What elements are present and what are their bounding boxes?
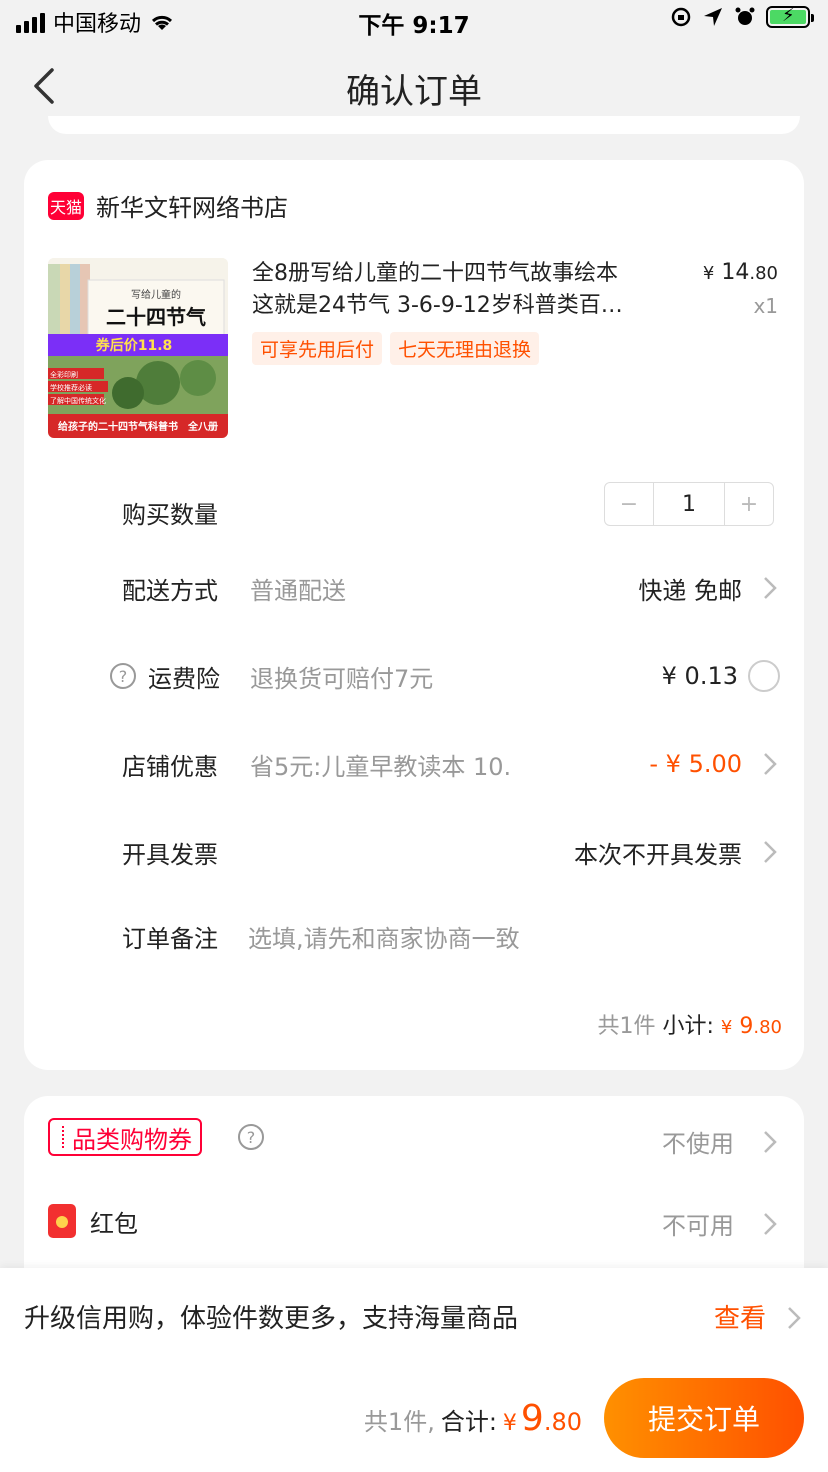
quantity-stepper[interactable]: − 1 + bbox=[604, 482, 774, 526]
discount-value: - ¥ 5.00 bbox=[649, 750, 742, 778]
price-decimal: .80 bbox=[749, 263, 778, 284]
status-right: ⚡ bbox=[670, 5, 814, 28]
book-cover-header: 写给儿童的 bbox=[131, 288, 181, 301]
subtotal: 共1件 小计: ¥ 9.80 bbox=[597, 1008, 782, 1040]
insurance-label: 运费险 bbox=[148, 664, 220, 693]
quantity-label: 购买数量 bbox=[122, 500, 218, 529]
order-total: 共1件, 合计: ¥ 9.80 bbox=[364, 1398, 582, 1439]
coupon-value[interactable]: 不使用 bbox=[662, 1124, 734, 1159]
delivery-value: 快递 免邮 bbox=[638, 576, 742, 605]
shipping-insurance-row: ? 运费险 退换货可赔付7元 ¥ 0.13 bbox=[24, 646, 804, 706]
chevron-right-icon bbox=[764, 577, 777, 599]
subtotal-label: 小计: bbox=[662, 1014, 714, 1039]
quantity-row: 购买数量 − 1 + bbox=[24, 482, 804, 542]
red-packet-value[interactable]: 不可用 bbox=[662, 1206, 734, 1241]
submit-order-button[interactable]: 提交订单 bbox=[604, 1378, 804, 1458]
product-quantity: x1 bbox=[753, 294, 778, 318]
order-note-row: 订单备注 选填,请先和商家协商一致 bbox=[24, 906, 804, 966]
product-price: ¥ 14.80 bbox=[703, 260, 778, 285]
subtotal-count: 共1件 bbox=[597, 1014, 656, 1039]
invoice-label: 开具发票 bbox=[122, 840, 218, 869]
insurance-desc: 退换货可赔付7元 bbox=[250, 664, 434, 693]
shop-header[interactable]: 天猫 新华文轩网络书店 bbox=[48, 188, 288, 223]
total-count: 共1件, bbox=[363, 1408, 435, 1436]
thumb-bottom-banner: 给孩子的二十四节气科普书 全八册 bbox=[58, 420, 218, 433]
credit-promo-link[interactable]: 查看 bbox=[714, 1298, 766, 1335]
discount-label: 店铺优惠 bbox=[122, 752, 218, 781]
invoice-row[interactable]: 开具发票 本次不开具发票 bbox=[24, 822, 804, 882]
subtotal-decimal: .80 bbox=[753, 1017, 782, 1038]
tmall-logo-icon: 天猫 bbox=[48, 191, 84, 220]
chevron-right-icon bbox=[764, 1131, 777, 1153]
red-packet-icon bbox=[48, 1204, 76, 1238]
product-image[interactable]: 写给儿童的 二十四节气 券后价11.8 全彩印刷 学校推荐必读 了解中国传统文化… bbox=[48, 258, 228, 438]
product-tags: 可享先用后付 七天无理由退换 bbox=[252, 332, 540, 365]
increment-button[interactable]: + bbox=[725, 483, 773, 525]
delivery-row[interactable]: 配送方式 普通配送 快递 免邮 bbox=[24, 558, 804, 618]
note-label: 订单备注 bbox=[122, 924, 218, 953]
thumb-badge-3: 了解中国传统文化 bbox=[50, 396, 106, 405]
thumb-badge-1: 全彩印刷 bbox=[50, 370, 78, 379]
alarm-icon bbox=[735, 7, 755, 25]
delivery-desc: 普通配送 bbox=[250, 576, 346, 605]
subtotal-integer: 9 bbox=[739, 1014, 754, 1039]
shop-name: 新华文轩网络书店 bbox=[96, 194, 288, 222]
shop-order-card: 天猫 新华文轩网络书店 写给儿童的 二十四节气 券后价11.8 全彩印刷 学校推… bbox=[24, 160, 804, 1070]
page-title: 确认订单 bbox=[346, 72, 482, 112]
tag-pay-later: 可享先用后付 bbox=[252, 332, 383, 365]
book-cover-illustration: 写给儿童的 二十四节气 券后价11.8 全彩印刷 学校推荐必读 了解中国传统文化… bbox=[48, 258, 228, 438]
price-integer: 14 bbox=[721, 260, 750, 285]
total-currency: ¥ bbox=[502, 1411, 517, 1436]
price-currency: ¥ bbox=[702, 263, 715, 284]
chevron-right-icon bbox=[788, 1307, 801, 1329]
insurance-radio[interactable] bbox=[748, 660, 780, 692]
thumb-badge-2: 学校推荐必读 bbox=[50, 383, 92, 392]
total-integer: 9 bbox=[520, 1398, 544, 1439]
rotation-lock-icon bbox=[671, 7, 691, 27]
invoice-value: 本次不开具发票 bbox=[574, 840, 742, 869]
chevron-right-icon bbox=[764, 753, 777, 775]
credit-promo-text: 升级信用购，体验件数更多，支持海量商品 bbox=[24, 1304, 519, 1334]
subtotal-currency: ¥ bbox=[720, 1017, 733, 1038]
tag-free-return: 七天无理由退换 bbox=[390, 332, 540, 365]
status-bar: 中国移动 下午 9:17 ⚡ bbox=[0, 0, 828, 44]
shop-discount-row[interactable]: 店铺优惠 省5元:儿童早教读本 10. - ¥ 5.00 bbox=[24, 734, 804, 794]
book-cover-title: 二十四节气 bbox=[106, 305, 206, 329]
delivery-label: 配送方式 bbox=[122, 576, 218, 605]
category-coupon-badge: 品类购物券 bbox=[48, 1118, 202, 1156]
location-arrow-icon bbox=[704, 8, 722, 26]
thumb-coupon-banner: 券后价11.8 bbox=[96, 337, 173, 354]
product-title[interactable]: 全8册写给儿童的二十四节气故事绘本 这就是24节气 3-6-9-12岁科普类百… bbox=[252, 258, 692, 322]
discount-desc: 省5元:儿童早教读本 10. bbox=[250, 752, 512, 781]
product-title-line-1: 全8册写给儿童的二十四节气故事绘本 bbox=[252, 261, 618, 286]
insurance-price: ¥ 0.13 bbox=[661, 662, 738, 690]
bottom-checkout-panel: 升级信用购，体验件数更多，支持海量商品 查看 共1件, 合计: ¥ 9.80 提… bbox=[0, 1268, 828, 1472]
chevron-right-icon bbox=[764, 841, 777, 863]
total-decimal: .80 bbox=[543, 1408, 582, 1436]
total-label: 合计: bbox=[440, 1408, 497, 1436]
red-packet-label: 红包 bbox=[90, 1210, 138, 1238]
previous-card-edge bbox=[48, 116, 800, 134]
help-icon[interactable]: ? bbox=[110, 663, 136, 689]
product-title-line-2: 这就是24节气 3-6-9-12岁科普类百… bbox=[252, 293, 623, 318]
quantity-value[interactable]: 1 bbox=[653, 483, 725, 525]
coupon-card: 品类购物券 ? 不使用 红包 不可用 bbox=[24, 1096, 804, 1296]
note-input[interactable]: 选填,请先和商家协商一致 bbox=[248, 919, 520, 954]
decrement-button[interactable]: − bbox=[605, 483, 653, 525]
help-icon[interactable]: ? bbox=[238, 1124, 264, 1150]
chevron-right-icon bbox=[764, 1213, 777, 1235]
battery-charging-icon: ⚡ bbox=[766, 5, 814, 28]
